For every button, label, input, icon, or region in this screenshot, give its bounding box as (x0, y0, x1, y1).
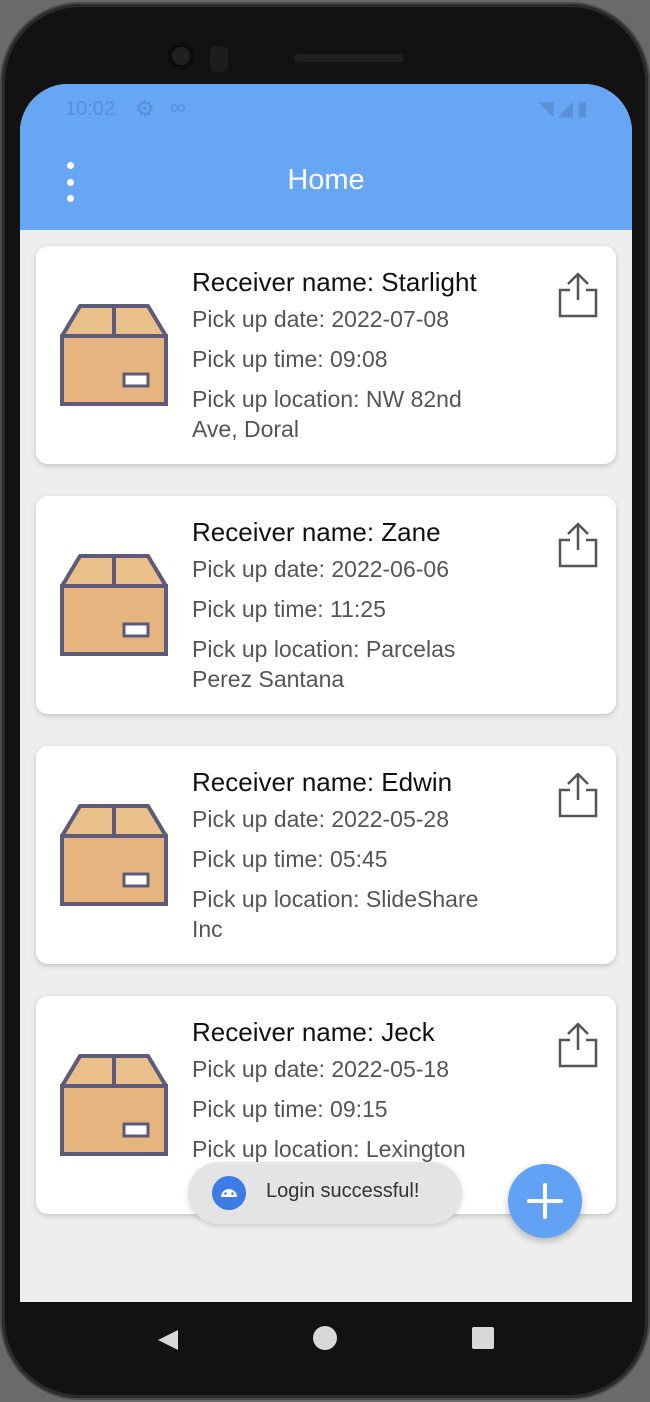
pickup-location: Pick up location: Lexington (192, 1136, 466, 1162)
receiver-name: Receiver name: Edwin (192, 767, 453, 797)
receiver-name: Receiver name: Starlight (192, 267, 477, 297)
package-icon (60, 804, 168, 906)
pickup-date: Pick up date: 2022-07-08 (192, 306, 450, 332)
package-icon (60, 1054, 168, 1156)
share-icon[interactable] (556, 270, 600, 318)
pickup-date: Pick up date: 2022-05-28 (192, 806, 450, 832)
back-icon[interactable] (156, 1328, 180, 1352)
pickup-location: Pick up location: Parcelas (192, 636, 456, 662)
front-camera (167, 42, 195, 70)
pickup-time: Pick up time: 09:15 (192, 1096, 388, 1122)
sensor (210, 46, 228, 72)
share-icon[interactable] (556, 520, 600, 568)
order-card[interactable]: Receiver name: Edwin Pick up date: 2022-… (36, 746, 616, 964)
signal-icon: ◢ (557, 98, 577, 120)
pickup-location-cont: Inc (192, 916, 223, 942)
pickup-location-cont: Ave, Doral (192, 416, 299, 442)
battery-icon: ▮ (576, 98, 592, 120)
status-time: 10:02 (65, 98, 116, 120)
receiver-name: Receiver name: Jeck (192, 1017, 435, 1047)
earpiece-speaker (294, 54, 404, 62)
recents-icon[interactable] (472, 1327, 494, 1349)
page-title: Home (287, 164, 365, 196)
add-order-button[interactable] (508, 1164, 582, 1238)
android-icon (212, 1176, 246, 1210)
receiver-name: Receiver name: Zane (192, 517, 441, 547)
pickup-location: Pick up location: NW 82nd (192, 386, 462, 412)
share-icon[interactable] (556, 1020, 600, 1068)
pickup-time: Pick up time: 09:08 (192, 346, 388, 372)
gear-icon: ⚙ (135, 96, 155, 121)
pickup-location: Pick up location: SlideShare (192, 886, 479, 912)
system-nav-bar (20, 1302, 632, 1374)
wifi-icon: ◥ (538, 98, 558, 120)
toast-message: Login successful! (188, 1162, 462, 1224)
pickup-time: Pick up time: 05:45 (192, 846, 388, 872)
order-card[interactable]: Receiver name: Zane Pick up date: 2022-0… (36, 496, 616, 714)
more-icon: ∞ (170, 94, 186, 119)
package-icon (60, 554, 168, 656)
status-right-icons: ◥◢▮ (538, 96, 592, 121)
order-card[interactable]: Receiver name: Starlight Pick up date: 2… (36, 246, 616, 464)
share-icon[interactable] (556, 770, 600, 818)
pickup-location-cont: Perez Santana (192, 666, 345, 692)
app-bar: 10:02 ⚙ ∞ ◥◢▮ Home (20, 84, 632, 230)
home-icon[interactable] (313, 1326, 337, 1350)
app-screen: 10:02 ⚙ ∞ ◥◢▮ Home Receiver name: Starli… (20, 84, 632, 1302)
package-icon (60, 304, 168, 406)
toast-text: Login successful! (266, 1180, 420, 1202)
status-bar: 10:02 ⚙ ∞ ◥◢▮ (20, 84, 632, 134)
pickup-date: Pick up date: 2022-06-06 (192, 556, 450, 582)
pickup-time: Pick up time: 11:25 (192, 596, 386, 622)
pickup-date: Pick up date: 2022-05-18 (192, 1056, 450, 1082)
